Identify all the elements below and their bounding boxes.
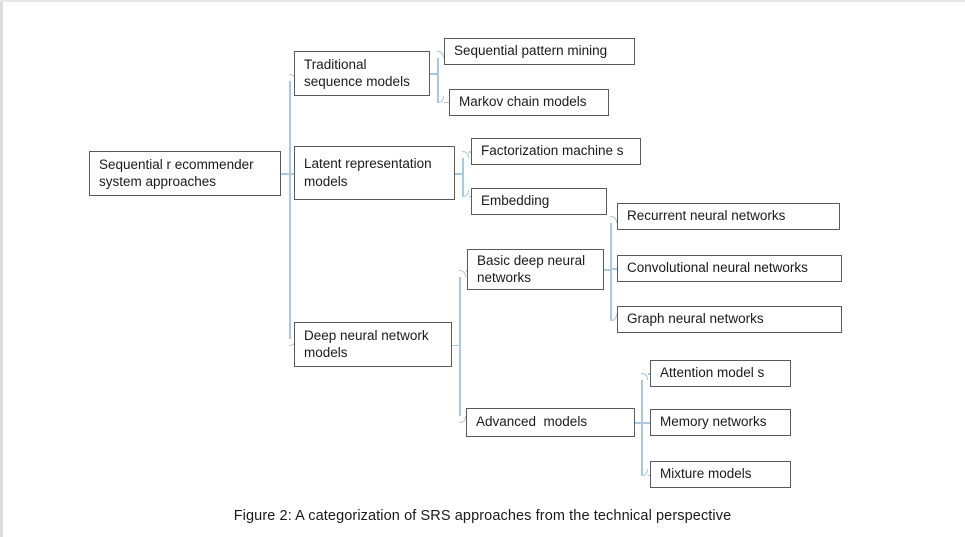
node-attention-models[interactable]: Attention model s (650, 360, 791, 387)
node-mixture-models[interactable]: Mixture models (650, 461, 791, 488)
node-graph-neural-networks[interactable]: Graph neural networks (617, 306, 842, 333)
node-basic-deep-neural-networks-label: Basic deep neural networks (477, 252, 586, 285)
node-sequential-pattern-mining-label: Sequential pattern mining (454, 43, 608, 59)
connector-elbow-basic-gnn (610, 314, 617, 321)
connector-dnn-spine (459, 277, 461, 416)
connector-advanced-spine (641, 380, 643, 475)
node-markov-chain-models[interactable]: Markov chain models (449, 89, 609, 116)
connector-basic-spine (610, 223, 612, 321)
connector-elbow-basic-rnn (610, 216, 617, 223)
node-embedding[interactable]: Embedding (471, 188, 607, 215)
node-memory-networks[interactable]: Memory networks (650, 409, 791, 436)
page-edge-left (0, 0, 3, 537)
connector-elbow-advanced-mixture (641, 469, 648, 476)
node-traditional-sequence-models[interactable]: Traditional sequence models (294, 51, 430, 96)
node-memory-networks-label: Memory networks (660, 414, 767, 430)
node-markov-chain-models-label: Markov chain models (459, 94, 587, 110)
node-latent-representation-models[interactable]: Latent representation models (294, 146, 455, 200)
node-sequential-pattern-mining[interactable]: Sequential pattern mining (444, 38, 635, 65)
node-recurrent-neural-networks[interactable]: Recurrent neural networks (617, 203, 840, 230)
node-attention-models-label: Attention model s (660, 365, 765, 381)
node-factorization-machines-label: Factorization machine s (481, 143, 624, 159)
node-recurrent-neural-networks-label: Recurrent neural networks (627, 208, 786, 224)
node-mixture-models-label: Mixture models (660, 466, 752, 482)
connector-elbow-dnn-basic (459, 270, 466, 277)
page-edge-top (0, 0, 965, 2)
figure-caption: Figure 2: A categorization of SRS approa… (233, 508, 732, 524)
node-root[interactable]: Sequential r ecommender system approache… (89, 151, 281, 196)
connector-elbow-traditional-markov (437, 96, 444, 103)
node-graph-neural-networks-label: Graph neural networks (627, 311, 764, 327)
node-convolutional-neural-networks-label: Convolutional neural networks (627, 260, 808, 276)
node-advanced-models[interactable]: Advanced models (466, 408, 635, 437)
node-root-label: Sequential r ecommender system approache… (99, 156, 254, 189)
connector-elbow-latent-fm (462, 151, 469, 158)
connector-elbow-advanced-attention (641, 373, 648, 380)
node-deep-neural-network-models[interactable]: Deep neural network models (294, 322, 452, 367)
connector-elbow-latent-embedding (462, 190, 469, 197)
connector-root-spine (289, 81, 291, 339)
connector-elbow-traditional-spm (437, 51, 444, 58)
node-basic-deep-neural-networks[interactable]: Basic deep neural networks (467, 249, 604, 290)
connector-advanced-to-memory (641, 422, 650, 424)
node-latent-representation-models-label: Latent representation models (304, 156, 432, 189)
node-convolutional-neural-networks[interactable]: Convolutional neural networks (617, 255, 842, 282)
figure-container: Sequential r ecommender system approache… (0, 0, 965, 537)
node-advanced-models-label: Advanced models (476, 414, 588, 430)
connector-elbow-dnn-advanced (459, 416, 466, 423)
node-embedding-label: Embedding (481, 193, 550, 209)
node-factorization-machines[interactable]: Factorization machine s (471, 138, 641, 165)
node-traditional-sequence-models-label: Traditional sequence models (304, 56, 410, 89)
node-deep-neural-network-models-label: Deep neural network models (304, 327, 429, 360)
